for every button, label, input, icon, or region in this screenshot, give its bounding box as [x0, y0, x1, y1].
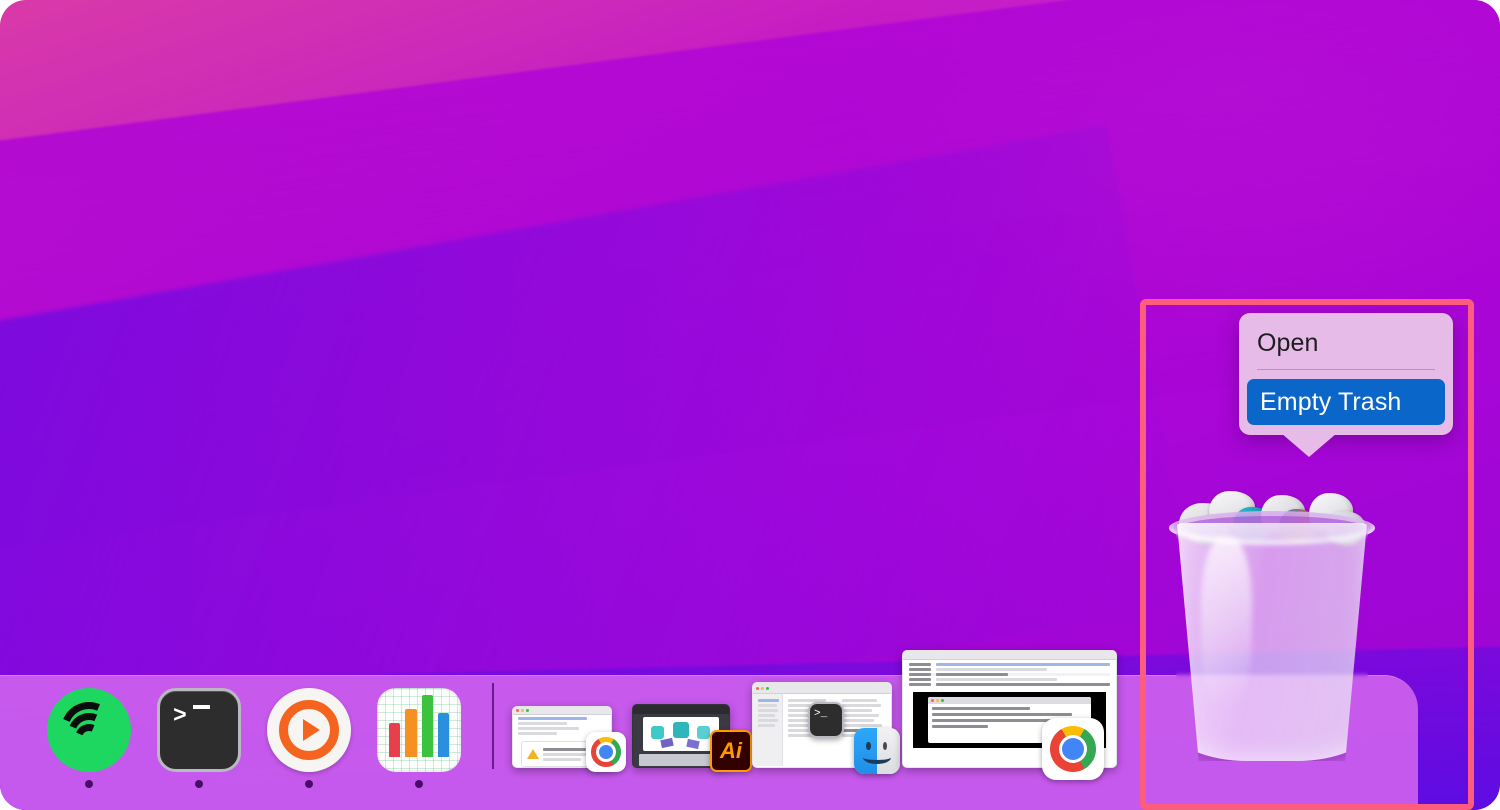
context-menu-item-open[interactable]: Open	[1239, 321, 1453, 365]
running-indicator	[415, 780, 423, 788]
dock-minimized-illustrator[interactable]: Ai	[632, 676, 752, 794]
dock-minimized-finder[interactable]: >_	[752, 676, 902, 794]
dock-separator	[492, 683, 494, 769]
context-menu-separator	[1257, 369, 1435, 370]
terminal-prompt-glyph: >	[173, 703, 187, 729]
dock-item-terminal[interactable]: >	[144, 676, 254, 794]
desktop: > Ai >_ Open Empty Trash	[0, 0, 1500, 810]
trash-context-menu[interactable]: Open Empty Trash	[1239, 313, 1453, 457]
chrome-icon[interactable]	[586, 732, 626, 772]
trash-icon[interactable]	[1165, 485, 1380, 765]
running-indicator	[85, 780, 93, 788]
running-indicator	[195, 780, 203, 788]
dock-item-spotify[interactable]	[34, 676, 144, 794]
spotify-icon[interactable]	[47, 688, 131, 772]
media-player-icon[interactable]	[267, 688, 351, 772]
dock-item-media-player[interactable]	[254, 676, 364, 794]
dock-minimized-chrome-2[interactable]	[902, 650, 1132, 794]
context-menu-pointer	[1281, 433, 1337, 457]
wallpaper-band-1	[0, 0, 1500, 566]
illustrator-icon[interactable]: Ai	[710, 730, 752, 772]
terminal-icon[interactable]: >	[157, 688, 241, 772]
numbers-icon[interactable]	[377, 688, 461, 772]
finder-icon[interactable]	[854, 728, 900, 774]
trash-can-body	[1176, 523, 1368, 761]
dock-minimized-chrome-1[interactable]	[512, 676, 632, 794]
running-indicator	[305, 780, 313, 788]
chrome-icon[interactable]	[1042, 718, 1104, 780]
wallpaper-glow	[840, 0, 1500, 342]
trash[interactable]	[1165, 485, 1380, 775]
terminal-icon[interactable]: >_	[808, 702, 844, 738]
dock-item-numbers[interactable]	[364, 676, 474, 794]
context-menu-item-empty-trash[interactable]: Empty Trash	[1247, 379, 1445, 425]
illustrator-label: Ai	[720, 738, 742, 763]
